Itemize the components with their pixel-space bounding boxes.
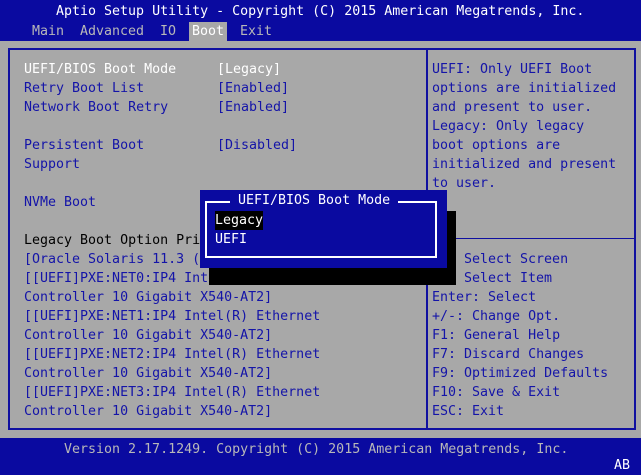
- title-bar: Aptio Setup Utility - Copyright (C) 2015…: [0, 0, 641, 22]
- tab-boot[interactable]: Boot: [189, 22, 228, 41]
- setting-network-retry-label[interactable]: Network Boot Retry: [24, 98, 168, 117]
- setting-persistent-boot-label-2[interactable]: Support: [24, 155, 80, 174]
- popup-option-legacy[interactable]: Legacy: [215, 211, 264, 230]
- boot-option[interactable]: Controller 10 Gigabit X540-AT2]: [24, 364, 272, 383]
- app-title: Aptio Setup Utility - Copyright (C) 2015…: [56, 4, 585, 19]
- tab-io[interactable]: IO: [157, 22, 179, 41]
- boot-option[interactable]: [[UEFI]PXE:NET3:IP4 Intel(R) Ethernet: [24, 383, 320, 402]
- boot-mode-popup: UEFI/BIOS Boot Mode Legacy UEFI: [200, 190, 447, 268]
- tab-bar: Main Advanced IO Boot Exit: [0, 22, 641, 41]
- setting-network-retry-value[interactable]: [Enabled]: [217, 98, 289, 117]
- key-hint: Select Item: [464, 271, 553, 286]
- boot-option[interactable]: Controller 10 Gigabit X540-AT2]: [24, 326, 272, 345]
- boot-option[interactable]: Controller 10 Gigabit X540-AT2]: [24, 288, 272, 307]
- help-line: boot options are: [432, 138, 561, 153]
- key-hint: +/-: Change Opt.: [432, 309, 561, 324]
- help-line: and present to user.: [432, 100, 593, 115]
- legacy-heading: Legacy Boot Option Pri: [24, 233, 201, 248]
- key-hint: F10: Save & Exit: [432, 385, 561, 400]
- setting-persistent-boot-value[interactable]: [Disabled]: [217, 136, 297, 155]
- help-line: initialized and present: [432, 157, 617, 172]
- boot-option[interactable]: [[UEFI]PXE:NET2:IP4 Intel(R) Ethernet: [24, 345, 320, 364]
- help-line: options are initialized: [432, 81, 617, 96]
- boot-option[interactable]: Controller 10 Gigabit X540-AT2]: [24, 402, 272, 421]
- setting-nvme-boot-label[interactable]: NVMe Boot: [24, 193, 96, 212]
- key-hint: F9: Optimized Defaults: [432, 366, 609, 381]
- setting-persistent-boot-label[interactable]: Persistent Boot: [24, 136, 144, 155]
- popup-title: UEFI/BIOS Boot Mode: [230, 191, 399, 210]
- key-hint: F1: General Help: [432, 328, 561, 343]
- boot-option[interactable]: [[UEFI]PXE:NET1:IP4 Intel(R) Ethernet: [24, 307, 320, 326]
- tab-advanced[interactable]: Advanced: [77, 22, 147, 41]
- setting-boot-mode-label[interactable]: UEFI/BIOS Boot Mode: [24, 60, 176, 79]
- setting-retry-boot-label[interactable]: Retry Boot List: [24, 79, 144, 98]
- footer-badge: AB: [614, 458, 631, 473]
- help-line: Legacy: Only legacy: [432, 119, 585, 134]
- boot-option[interactable]: [Oracle Solaris 11.3 (: [24, 250, 200, 269]
- setting-boot-mode-value[interactable]: [Legacy]: [217, 60, 281, 79]
- help-divider: [430, 238, 634, 239]
- tab-main[interactable]: Main: [29, 22, 67, 41]
- version-text: Version 2.17.1249. Copyright (C) 2015 Am…: [64, 442, 569, 457]
- help-line: UEFI: Only UEFI Boot: [432, 62, 593, 77]
- setting-retry-boot-value[interactable]: [Enabled]: [217, 79, 289, 98]
- boot-option[interactable]: [[UEFI]PXE:NET0:IP4 Intel: [24, 269, 224, 288]
- footer-bar: Version 2.17.1249. Copyright (C) 2015 Am…: [0, 438, 641, 475]
- tab-exit[interactable]: Exit: [237, 22, 275, 41]
- key-hint: Select Screen: [464, 252, 569, 267]
- popup-option-uefi[interactable]: UEFI: [215, 230, 247, 249]
- key-hint: ESC: Exit: [432, 404, 505, 419]
- key-hint: Enter: Select: [432, 290, 537, 305]
- key-hint: F7: Discard Changes: [432, 347, 585, 362]
